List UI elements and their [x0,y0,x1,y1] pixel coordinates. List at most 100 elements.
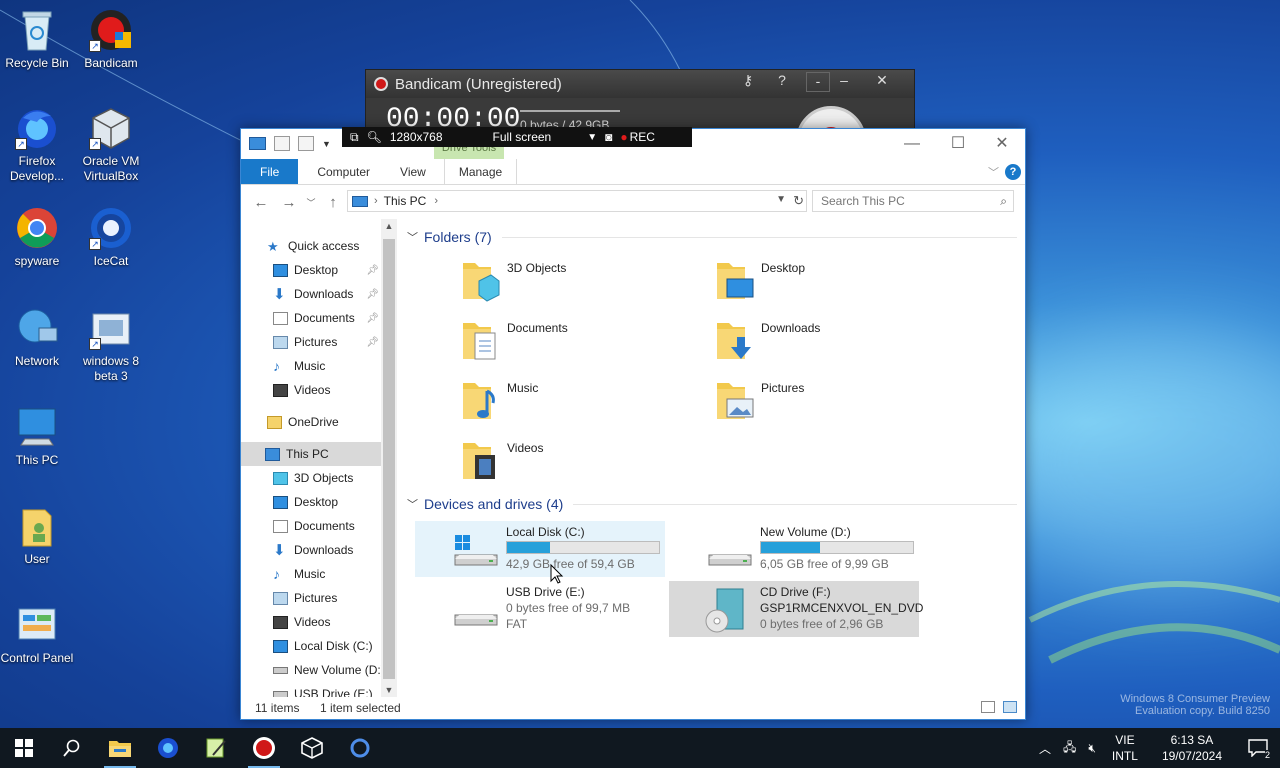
network-tray-icon[interactable]: 🖧︎ [1057,738,1082,759]
minimize-button[interactable]: — [889,129,935,159]
tab-view[interactable]: View [382,159,444,184]
desktop-icon-recycle-bin[interactable]: Recycle Bin [0,8,74,71]
desktop-icon-bandicam[interactable]: ↗ Bandicam [74,8,148,71]
input-language-indicator[interactable]: VIE INTL [1102,732,1148,764]
screenshot-camera-icon[interactable]: ◙ [605,130,612,144]
desktop-icon-user[interactable]: User [0,504,74,567]
nav-scrollbar[interactable]: ▲ ▼ [381,219,397,697]
folder-item-music[interactable]: Music [461,379,701,435]
desktop-icon-this-pc[interactable]: This PC [0,405,74,468]
nav-desktop[interactable]: Desktop [241,490,381,514]
maximize-button[interactable]: ☐ [935,129,981,159]
folder-item-3d-objects[interactable]: 3D Objects [461,259,701,315]
nav-videos[interactable]: Videos [241,610,381,634]
mini-mode-button[interactable]: - [806,72,830,92]
expand-ribbon-icon[interactable]: ﹀ [988,164,999,180]
new-folder-icon[interactable] [298,136,314,151]
back-button[interactable]: ← [247,194,275,211]
recent-locations-icon[interactable]: ﹀ [303,196,319,209]
action-center-button[interactable]: 2 [1236,728,1280,768]
folders-group-header[interactable]: ﹀ Folders (7) [407,229,1017,245]
clock[interactable]: 6:13 SA 19/07/2024 [1148,732,1236,764]
nav-documents[interactable]: Documents [241,514,381,538]
nav-documents[interactable]: Documents 📌︎ [241,306,381,330]
refresh-icon[interactable]: ↻ [793,193,804,209]
nav-music[interactable]: ♪ Music [241,562,381,586]
key-icon[interactable]: ⚷ [736,72,760,89]
rec-button[interactable]: REC [630,130,655,144]
minimize-button[interactable]: – [832,72,856,88]
taskbar-bandicam[interactable] [240,728,288,768]
drive-item-new-volume-d[interactable]: New Volume (D:) 6,05 GB free of 9,99 GB [669,521,919,577]
scrollbar-thumb[interactable] [383,239,395,679]
taskbar-notepad[interactable] [192,728,240,768]
properties-icon[interactable] [274,136,290,151]
desktop-icon-control-panel[interactable]: Control Panel [0,603,74,666]
zoom-icon[interactable]: 🔍︎ [367,130,382,144]
nav-new-volume-d[interactable]: New Volume (D:) [241,658,385,682]
nav-desktop[interactable]: Desktop 📌︎ [241,258,381,282]
desktop-icon-network[interactable]: Network [0,306,74,369]
tab-manage[interactable]: Manage [443,159,518,184]
tab-file[interactable]: File [241,159,299,184]
desktop-icon-windows8[interactable]: ↗ windows 8 beta 3 [74,306,148,384]
help-button[interactable]: ? [770,72,794,88]
large-icons-view-icon[interactable] [1003,701,1017,713]
navigation-pane[interactable]: ★ Quick access Desktop 📌︎ ⬇ Downloads 📌︎… [241,219,397,697]
drives-group-header[interactable]: ﹀ Devices and drives (4) [407,496,1017,512]
taskbar-firefox-dev[interactable] [144,728,192,768]
drive-item-usb-drive-e[interactable]: USB Drive (E:) 0 bytes free of 99,7 MB F… [415,581,665,637]
details-view-icon[interactable] [981,701,995,713]
desktop-icon-virtualbox[interactable]: ↗ Oracle VM VirtualBox [74,106,148,184]
explorer-window[interactable]: ▼ Drive Tools — ☐ ✕ File Computer View M… [240,128,1026,720]
bandicam-capture-toolbar[interactable]: ⧉ 🔍︎ 1280x768 Full screen ▼ ◙ ● REC [342,127,692,147]
address-bar[interactable]: › This PC › ▼ ↻ [347,190,807,212]
nav-quick-access[interactable]: ★ Quick access [241,234,381,258]
forward-button[interactable]: → [275,194,303,211]
capture-mode-select[interactable]: Full screen [493,130,552,144]
volume-muted-icon[interactable]: 🔇︎ [1082,741,1102,756]
taskbar-file-explorer[interactable] [96,728,144,768]
nav-downloads[interactable]: ⬇ Downloads [241,538,381,562]
close-button[interactable]: ✕ [870,72,894,89]
desktop-icon-icecat[interactable]: ↗ IceCat [74,206,148,269]
drive-item-cd-drive-f[interactable]: CD Drive (F:) GSP1RMCENXVOL_EN_DVD 0 byt… [669,581,923,637]
nav-usb-drive-e[interactable]: USB Drive (E:) [241,682,381,697]
folder-item-videos[interactable]: Videos [461,439,701,495]
search-icon[interactable]: ⌕ [1000,191,1007,211]
nav-pictures[interactable]: Pictures [241,586,381,610]
scroll-down-arrow-icon[interactable]: ▼ [381,685,397,695]
show-hidden-icons-chevron-icon[interactable]: ︿ [1033,740,1057,757]
start-button[interactable] [0,728,48,768]
tab-computer[interactable]: Computer [298,159,382,184]
drive-item-local-disk-c[interactable]: Local Disk (C:) 42,9 GB free of 59,4 GB [415,521,665,577]
nav-this-pc[interactable]: This PC [241,442,381,466]
nav-3d-objects[interactable]: 3D Objects [241,466,381,490]
close-button[interactable]: ✕ [979,129,1025,159]
nav-videos[interactable]: Videos [241,378,381,402]
folder-item-documents[interactable]: Documents [461,319,701,375]
search-button[interactable] [48,728,96,768]
help-icon[interactable]: ? [1005,164,1021,180]
nav-local-disk-c[interactable]: Local Disk (C:) [241,634,381,658]
customize-toolbar-dropdown-icon[interactable]: ▼ [322,139,331,149]
address-dropdown-icon[interactable]: ▼ [776,194,786,205]
nav-music[interactable]: ♪ Music [241,354,381,378]
capture-mode-dropdown-icon[interactable]: ▼ [587,132,597,143]
content-pane[interactable]: ﹀ Folders (7) 3D Objects Desktop Documen… [401,219,1025,697]
bandicam-window[interactable]: Bandicam (Unregistered) ⚷ ? - – ✕ 00:00:… [365,69,915,176]
up-button[interactable]: ↑ [319,194,347,211]
nav-pictures[interactable]: Pictures 📌︎ [241,330,381,354]
scroll-up-arrow-icon[interactable]: ▲ [381,221,397,231]
nav-onedrive[interactable]: OneDrive [241,410,381,434]
collapse-chevron-icon[interactable]: ﹀ [407,496,418,512]
breadcrumb-separator-icon[interactable]: › [434,195,438,207]
folder-item-downloads[interactable]: Downloads [715,319,955,375]
taskbar-virtualbox[interactable] [288,728,336,768]
desktop-icon-spyware[interactable]: spyware [0,206,74,269]
search-input[interactable]: Search This PC ⌕ [812,190,1014,212]
breadcrumb-this-pc[interactable]: This PC [384,194,427,208]
desktop-icon-firefox-dev[interactable]: ↗ Firefox Develop... [0,106,74,184]
folder-item-desktop[interactable]: Desktop [715,259,955,315]
nav-downloads[interactable]: ⬇ Downloads 📌︎ [241,282,381,306]
